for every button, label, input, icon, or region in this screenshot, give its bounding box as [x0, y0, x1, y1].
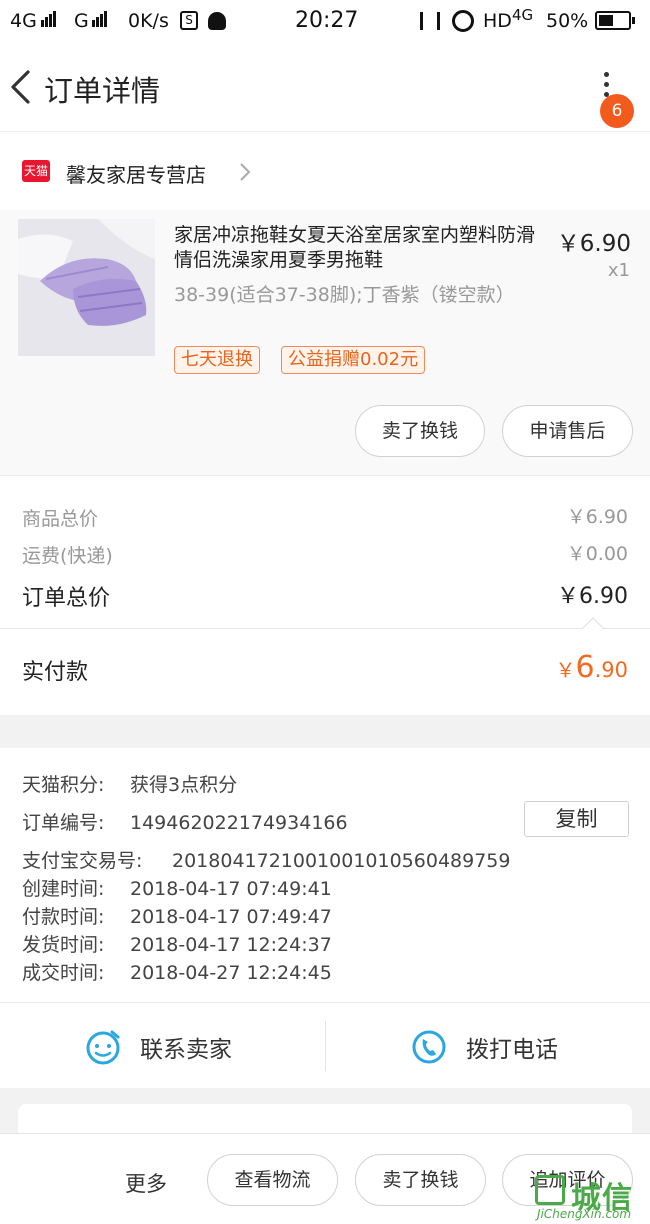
- sell-button[interactable]: 卖了换钱: [355, 405, 485, 457]
- phone-icon: [412, 1030, 446, 1064]
- paid-amount: ￥6.90: [556, 650, 629, 685]
- sell-button-bottom[interactable]: 卖了换钱: [355, 1154, 486, 1206]
- divider: [0, 628, 650, 629]
- info-row-alipay: 支付宝交易号: 2018041721001001010560489759: [22, 846, 510, 873]
- copy-button[interactable]: 复制: [524, 801, 629, 837]
- contact-seller-button[interactable]: 联系卖家: [84, 1003, 284, 1089]
- battery-icon: [595, 11, 635, 30]
- shop-name[interactable]: 馨友家居专营店: [66, 159, 206, 188]
- tmall-icon: 天猫: [22, 160, 50, 182]
- hd-label: HD: [483, 10, 512, 32]
- header: 订单详情 6: [0, 44, 650, 131]
- paid-label: 实付款: [22, 660, 89, 685]
- goods-total-value: ￥6.90: [566, 506, 628, 528]
- chevron-right-icon: [240, 163, 251, 181]
- product-image[interactable]: [18, 219, 155, 356]
- caret-up-icon: [582, 617, 604, 629]
- info-value: 2018-04-17 07:49:41: [130, 878, 332, 900]
- info-key: 支付宝交易号:: [22, 850, 143, 872]
- info-value: 2018041721001001010560489759: [172, 850, 511, 872]
- page-title: 订单详情: [44, 74, 161, 108]
- return-policy-tag: 七天退换: [174, 346, 260, 374]
- watermark-sub: JiChengXin.com: [537, 1207, 632, 1221]
- watermark-logo: 城信 JiChengXin.com: [533, 1172, 650, 1224]
- info-key: 付款时间:: [22, 906, 105, 928]
- price-summary: 商品总价 ￥6.90 运费(快递) ￥0.00 订单总价 ￥6.90 实付款 ￥…: [0, 475, 650, 715]
- info-value: 2018-04-17 12:24:37: [130, 934, 332, 956]
- paid-currency: ￥: [555, 658, 576, 682]
- back-arrow-icon[interactable]: [8, 70, 34, 104]
- net-right-label: 4G: [512, 6, 534, 24]
- charity-tag: 公益捐赠0.02元: [281, 346, 426, 374]
- signal-icon-2: [92, 10, 108, 32]
- goods-total-label: 商品总价: [22, 508, 99, 530]
- notification-badge: 6: [600, 94, 634, 128]
- watermark-icon: [535, 1175, 565, 1205]
- product-price: ￥6.90: [556, 231, 631, 257]
- battery-percent: 50%: [546, 10, 589, 32]
- after-sale-button[interactable]: 申请售后: [502, 405, 633, 457]
- info-row-order-number: 订单编号: 149462022174934166: [22, 808, 348, 835]
- product-item[interactable]: 家居冲凉拖鞋女夏天浴室居家室内塑料防滑情侣洗澡家用夏季男拖鞋 ￥6.90 x1 …: [0, 210, 650, 475]
- info-key: 创建时间:: [22, 878, 105, 900]
- product-spec: 38-39(适合37-38脚);丁香紫（镂空款）: [174, 284, 515, 306]
- alarm-icon: [452, 10, 474, 32]
- more-link[interactable]: 更多: [125, 1168, 167, 1198]
- s-app-icon: S: [180, 11, 198, 30]
- info-key: 天猫积分:: [22, 774, 105, 796]
- info-key: 发货时间:: [22, 934, 105, 956]
- paid-decimal: .90: [594, 658, 628, 682]
- view-logistics-button[interactable]: 查看物流: [207, 1154, 338, 1206]
- shipping-label: 运费(快递): [22, 545, 113, 567]
- order-total-value: ￥6.90: [557, 584, 628, 609]
- info-value: 2018-04-27 12:24:45: [130, 962, 332, 984]
- divider: [325, 1021, 326, 1071]
- network-label-2: G: [74, 10, 89, 32]
- qq-icon: [208, 12, 226, 30]
- order-total-label: 订单总价: [22, 586, 111, 611]
- clock: 20:27: [295, 8, 359, 33]
- info-row-shipped: 发货时间: 2018-04-17 12:24:37: [22, 930, 332, 957]
- info-key: 订单编号:: [22, 812, 105, 834]
- call-button[interactable]: 拨打电话: [410, 1003, 610, 1089]
- network-label: 4G: [10, 10, 37, 32]
- info-value: 2018-04-17 07:49:47: [130, 906, 332, 928]
- chat-face-icon: [86, 1030, 120, 1065]
- info-row-paid: 付款时间: 2018-04-17 07:49:47: [22, 902, 332, 929]
- info-row-completed: 成交时间: 2018-04-27 12:24:45: [22, 958, 332, 985]
- product-title[interactable]: 家居冲凉拖鞋女夏天浴室居家室内塑料防滑情侣洗澡家用夏季男拖鞋: [174, 223, 546, 273]
- contact-seller-label: 联系卖家: [140, 1037, 232, 1063]
- info-value: 获得3点积分: [130, 774, 238, 796]
- info-row-created: 创建时间: 2018-04-17 07:49:41: [22, 874, 332, 901]
- product-quantity: x1: [607, 260, 630, 281]
- contact-bar: 联系卖家 拨打电话: [0, 1002, 650, 1088]
- vibrate-icon: [420, 12, 440, 30]
- info-key: 成交时间:: [22, 962, 105, 984]
- info-value: 149462022174934166: [130, 812, 348, 834]
- paid-integer: 6: [575, 650, 595, 685]
- shop-row[interactable]: 天猫 馨友家居专营店: [0, 131, 650, 211]
- status-bar: 4G G 0K/s S 20:27 HD 4G 50%: [0, 0, 650, 44]
- call-label: 拨打电话: [466, 1037, 558, 1063]
- net-speed: 0K/s: [128, 10, 169, 32]
- signal-icon: [41, 10, 57, 32]
- order-info: 天猫积分: 获得3点积分 订单编号: 149462022174934166 支付宝交…: [0, 748, 650, 1002]
- info-row-points: 天猫积分: 获得3点积分: [22, 770, 237, 797]
- shipping-value: ￥0.00: [566, 543, 628, 565]
